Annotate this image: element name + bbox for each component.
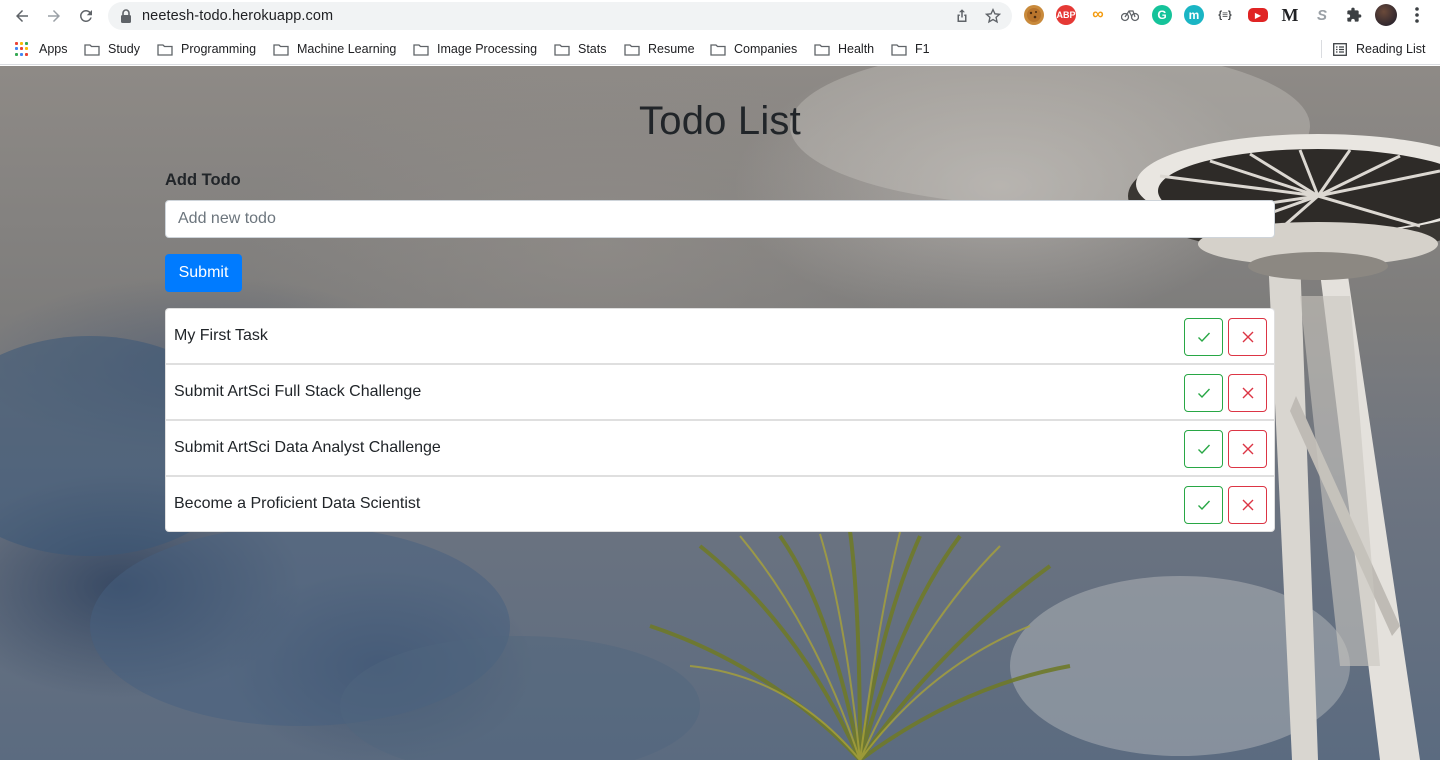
bookmark-resume[interactable]: Resume	[624, 40, 695, 58]
bookmark-stats[interactable]: Stats	[554, 40, 607, 58]
todo-item: Become a Proficient Data Scientist	[165, 476, 1275, 532]
youtube-extension-icon[interactable]: ▶	[1248, 8, 1268, 22]
back-button[interactable]	[10, 4, 34, 28]
todo-text: My First Task	[174, 327, 268, 344]
apps-grid-icon	[15, 42, 29, 56]
profile-avatar[interactable]	[1375, 4, 1397, 26]
bookmark-label: Resume	[648, 42, 695, 56]
bookmark-health[interactable]: Health	[814, 40, 874, 58]
folder-icon	[891, 43, 907, 56]
bookmark-label: Machine Learning	[297, 42, 397, 56]
reload-icon	[79, 9, 92, 22]
bookmark-apps[interactable]: Apps	[15, 40, 68, 58]
delete-todo-button[interactable]	[1228, 374, 1267, 412]
reading-list-icon	[1333, 42, 1347, 56]
add-todo-input[interactable]	[165, 200, 1275, 238]
close-icon	[1242, 499, 1253, 511]
complete-todo-button[interactable]	[1184, 486, 1223, 524]
submit-button[interactable]: Submit	[165, 254, 242, 292]
browser-toolbar: neetesh-todo.herokuapp.com ABP ∞ G m {≡}…	[0, 0, 1440, 32]
lock-icon	[121, 9, 131, 23]
m-extension-icon[interactable]: m	[1184, 5, 1204, 25]
folder-icon	[814, 43, 830, 56]
infinity-extension-icon[interactable]: ∞	[1088, 5, 1108, 25]
bookmark-label: Programming	[181, 42, 257, 56]
more-vertical-icon	[1415, 7, 1419, 23]
reading-list-label: Reading List	[1356, 42, 1426, 56]
cookie-icon	[1027, 8, 1041, 22]
s-extension-icon[interactable]: S	[1312, 5, 1332, 25]
bookmark-star-icon[interactable]	[984, 7, 1002, 25]
todo-text: Submit ArtSci Data Analyst Challenge	[174, 439, 441, 456]
page-viewport: Todo List Add Todo Submit My First Task …	[0, 66, 1440, 760]
folder-icon	[710, 43, 726, 56]
todo-text: Become a Proficient Data Scientist	[174, 495, 421, 512]
complete-todo-button[interactable]	[1184, 318, 1223, 356]
close-icon	[1242, 331, 1253, 343]
url-text: neetesh-todo.herokuapp.com	[142, 8, 334, 24]
reading-list-button[interactable]: Reading List	[1333, 40, 1426, 58]
bike-icon	[1121, 10, 1139, 22]
forward-button[interactable]	[42, 4, 66, 28]
check-icon	[1197, 444, 1210, 455]
bookmark-label: Apps	[39, 42, 68, 56]
address-bar[interactable]: neetesh-todo.herokuapp.com	[108, 2, 1012, 30]
adblock-plus-icon[interactable]: ABP	[1056, 5, 1076, 25]
check-icon	[1197, 388, 1210, 399]
folder-icon	[273, 43, 289, 56]
grammarly-icon[interactable]: G	[1152, 5, 1172, 25]
folder-icon	[157, 43, 173, 56]
bookmark-label: Stats	[578, 42, 607, 56]
chrome-menu-button[interactable]	[1407, 5, 1427, 25]
complete-todo-button[interactable]	[1184, 430, 1223, 468]
add-todo-label: Add Todo	[165, 171, 241, 189]
arrow-left-icon	[16, 10, 28, 22]
folder-icon	[84, 43, 100, 56]
bookmark-image-processing[interactable]: Image Processing	[413, 40, 537, 58]
json-formatter-icon[interactable]: {≡}	[1214, 5, 1236, 25]
close-icon	[1242, 387, 1253, 399]
folder-icon	[413, 43, 429, 56]
bookmark-label: Health	[838, 42, 875, 56]
bike-extension-icon[interactable]	[1120, 5, 1140, 25]
share-icon[interactable]	[953, 7, 971, 25]
medium-extension-icon[interactable]: M	[1280, 5, 1300, 25]
bookmark-companies[interactable]: Companies	[710, 40, 797, 58]
todo-text: Submit ArtSci Full Stack Challenge	[174, 383, 422, 400]
complete-todo-button[interactable]	[1184, 374, 1223, 412]
todo-item: Submit ArtSci Full Stack Challenge	[165, 364, 1275, 420]
bookmarks-divider	[1321, 40, 1322, 58]
page-title: Todo List	[639, 99, 801, 143]
bookmark-label: Study	[108, 42, 140, 56]
reload-button[interactable]	[74, 4, 98, 28]
folder-icon	[624, 43, 640, 56]
todo-item: Submit ArtSci Data Analyst Challenge	[165, 420, 1275, 476]
bookmark-f1[interactable]: F1	[891, 40, 930, 58]
bookmark-label: F1	[915, 42, 930, 56]
delete-todo-button[interactable]	[1228, 486, 1267, 524]
bookmark-label: Companies	[734, 42, 798, 56]
close-icon	[1242, 443, 1253, 455]
delete-todo-button[interactable]	[1228, 318, 1267, 356]
bookmark-machine-learning[interactable]: Machine Learning	[273, 40, 396, 58]
check-icon	[1197, 332, 1210, 343]
check-icon	[1197, 500, 1210, 511]
cookie-extension-icon[interactable]	[1024, 5, 1044, 25]
bookmark-programming[interactable]: Programming	[157, 40, 256, 58]
folder-icon	[554, 43, 570, 56]
arrow-right-icon	[48, 10, 60, 22]
extensions-puzzle-icon[interactable]	[1344, 5, 1364, 25]
puzzle-icon	[1347, 7, 1362, 22]
bookmark-study[interactable]: Study	[84, 40, 140, 58]
todo-item: My First Task	[165, 308, 1275, 364]
delete-todo-button[interactable]	[1228, 430, 1267, 468]
bookmark-label: Image Processing	[437, 42, 538, 56]
bookmarks-bar: Apps Study Programming Machine Learning …	[0, 32, 1440, 65]
todo-list: My First Task Submit ArtSci Full Stack C…	[165, 308, 1275, 532]
